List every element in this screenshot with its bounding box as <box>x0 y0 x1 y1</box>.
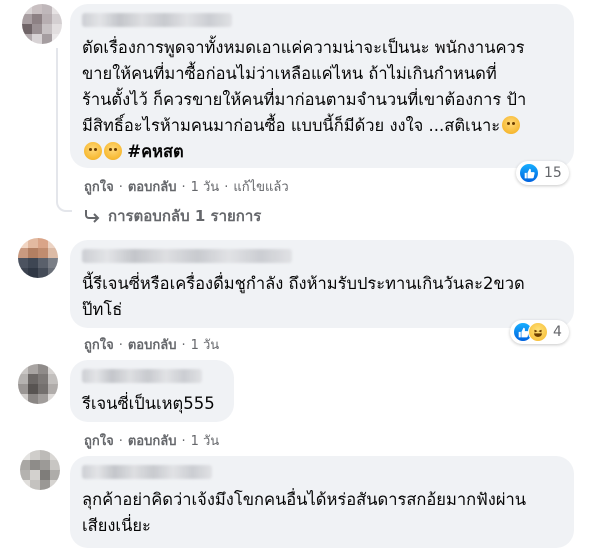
author-name-blurred[interactable] <box>82 369 202 383</box>
avatar[interactable] <box>22 4 62 44</box>
comment-bubble: ลุกค้าอย่าคิดว่าเจ้งมึงโขกคนอื่นได้หร่อส… <box>70 456 574 548</box>
comment-bubble: ตัดเรื่องการพูดจาทั้งหมดเอาแค่ความน่าจะเ… <box>70 4 574 168</box>
comment-actions: ถูกใจ · ตอบกลับ · 1 วัน · แก้ไขแล้ว <box>84 180 289 195</box>
comment-bubble: รีเจนซี่เป็นเหตุ555 <box>70 360 234 422</box>
like-button[interactable]: ถูกใจ <box>84 338 114 353</box>
reply-button[interactable]: ตอบกลับ <box>128 180 177 195</box>
view-replies-link[interactable]: การตอบกลับ 1 รายการ <box>84 204 261 228</box>
comment-actions: ถูกใจ · ตอบกลับ · 1 วัน <box>84 338 220 353</box>
comment-bubble: นี้รีเจนซี่หรือเครื่องดื่มชูกำลัง ถึงห้า… <box>70 240 574 328</box>
reaction-count: 4 <box>553 324 562 340</box>
haha-icon <box>528 322 548 342</box>
avatar[interactable] <box>18 364 58 404</box>
edited-label: แก้ไขแล้ว <box>233 180 289 195</box>
comment-text: ลุกค้าอย่าคิดว่าเจ้งมึงโขกคนอื่นได้หร่อส… <box>82 490 527 535</box>
timestamp[interactable]: 1 วัน <box>191 180 220 195</box>
avatar[interactable] <box>20 450 60 490</box>
thread-elbow <box>56 190 72 212</box>
author-name-blurred[interactable] <box>82 465 212 479</box>
reaction-count: 15 <box>544 165 562 181</box>
reply-arrow-icon <box>85 210 100 223</box>
frown-emoji-icon <box>84 142 102 160</box>
like-button[interactable]: ถูกใจ <box>84 434 114 449</box>
author-name-blurred[interactable] <box>82 13 232 27</box>
frown-emoji-icon <box>104 142 122 160</box>
reaction-summary[interactable]: 15 <box>516 161 569 185</box>
comment-text: ตัดเรื่องการพูดจาทั้งหมดเอาแค่ความน่าจะเ… <box>82 38 527 161</box>
replies-label: การตอบกลับ 1 รายการ <box>108 207 262 225</box>
like-icon <box>519 163 539 183</box>
frown-emoji-icon <box>502 116 521 134</box>
thread-line <box>56 48 58 200</box>
reaction-summary[interactable]: 4 <box>510 320 569 344</box>
timestamp[interactable]: 1 วัน <box>191 338 220 353</box>
hashtag-link[interactable]: #คหสต <box>127 142 184 161</box>
comment-actions: ถูกใจ · ตอบกลับ · 1 วัน <box>84 434 220 449</box>
comment-text: รีเจนซี่เป็นเหตุ555 <box>82 394 215 413</box>
reply-button[interactable]: ตอบกลับ <box>128 338 177 353</box>
reply-button[interactable]: ตอบกลับ <box>128 434 177 449</box>
comment-text: นี้รีเจนซี่หรือเครื่องดื่มชูกำลัง ถึงห้า… <box>82 274 525 319</box>
avatar[interactable] <box>18 238 58 278</box>
like-button[interactable]: ถูกใจ <box>84 180 114 195</box>
timestamp[interactable]: 1 วัน <box>191 434 220 449</box>
author-name-blurred[interactable] <box>82 249 292 263</box>
